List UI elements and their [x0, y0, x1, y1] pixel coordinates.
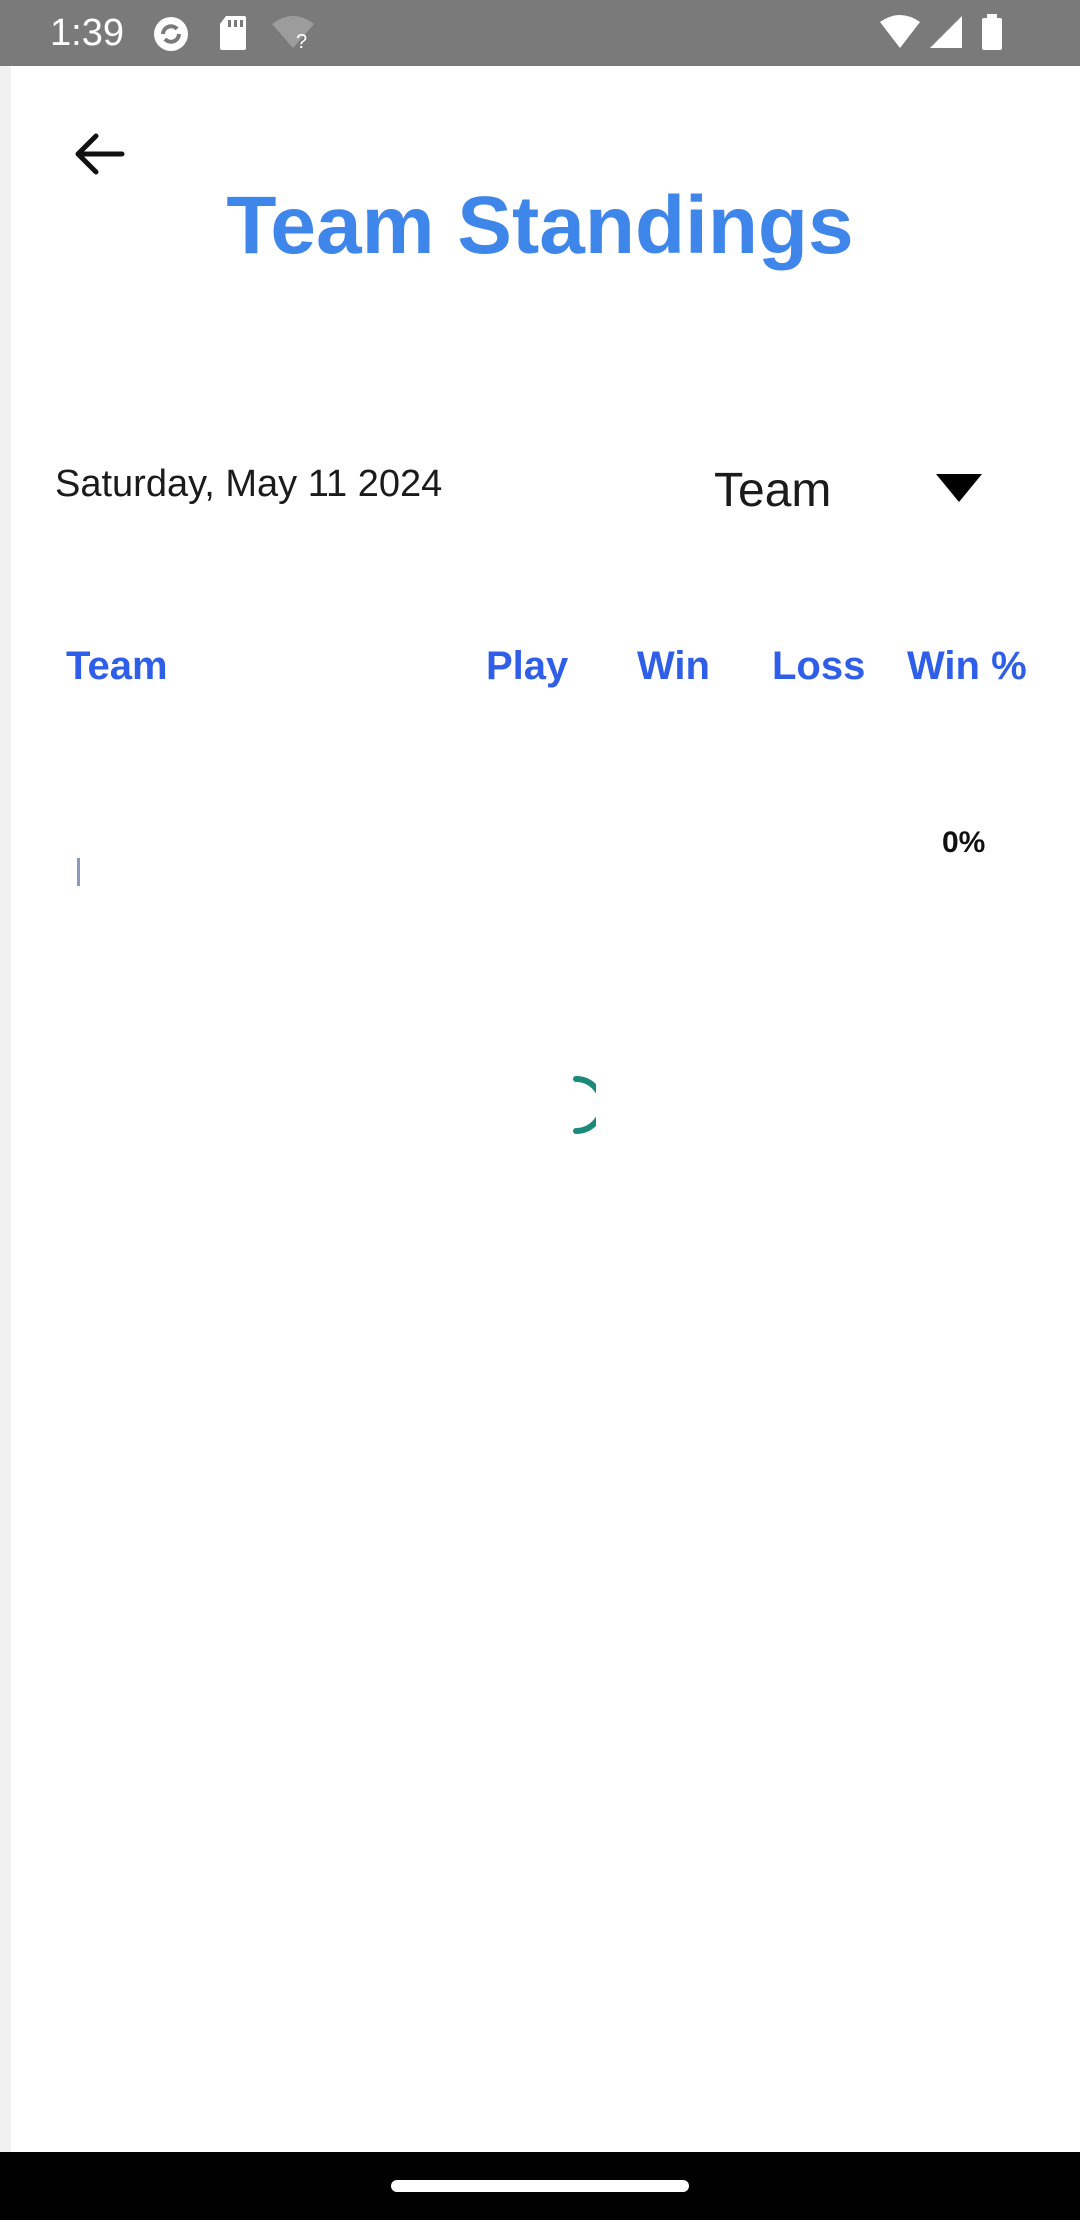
battery-icon	[980, 14, 1004, 57]
col-header-play[interactable]: Play	[486, 640, 568, 692]
status-time: 1:39	[50, 12, 124, 54]
team-dropdown[interactable]: Team	[700, 450, 1000, 530]
col-header-loss[interactable]: Loss	[772, 640, 865, 692]
wifi-question-icon: ?	[270, 14, 316, 57]
col-header-team[interactable]: Team	[66, 640, 168, 692]
cell-win-pct: 0%	[942, 826, 986, 859]
text-cursor	[77, 858, 80, 886]
status-bar: 1:39 ?	[0, 0, 1080, 66]
date-label[interactable]: Saturday, May 11 2024	[55, 458, 442, 510]
loading-spinner	[540, 1069, 605, 1146]
left-edge	[0, 66, 11, 2152]
wifi-icon	[878, 14, 922, 55]
dropdown-selected-value: Team	[714, 464, 832, 517]
col-header-win[interactable]: Win	[637, 640, 710, 692]
home-gesture-handle[interactable]	[391, 2180, 689, 2192]
col-header-win-pct[interactable]: Win %	[907, 640, 1027, 692]
arrow-back-icon	[70, 130, 126, 183]
signal-icon	[928, 14, 964, 55]
svg-text:?: ?	[296, 31, 307, 52]
sync-icon	[150, 14, 192, 59]
screen: 1:39 ? Team Standings Saturday, May 11 2…	[0, 0, 1080, 2220]
page-title: Team Standings	[226, 180, 854, 271]
sd-card-icon	[218, 14, 248, 57]
triangle-down-icon	[936, 474, 982, 507]
